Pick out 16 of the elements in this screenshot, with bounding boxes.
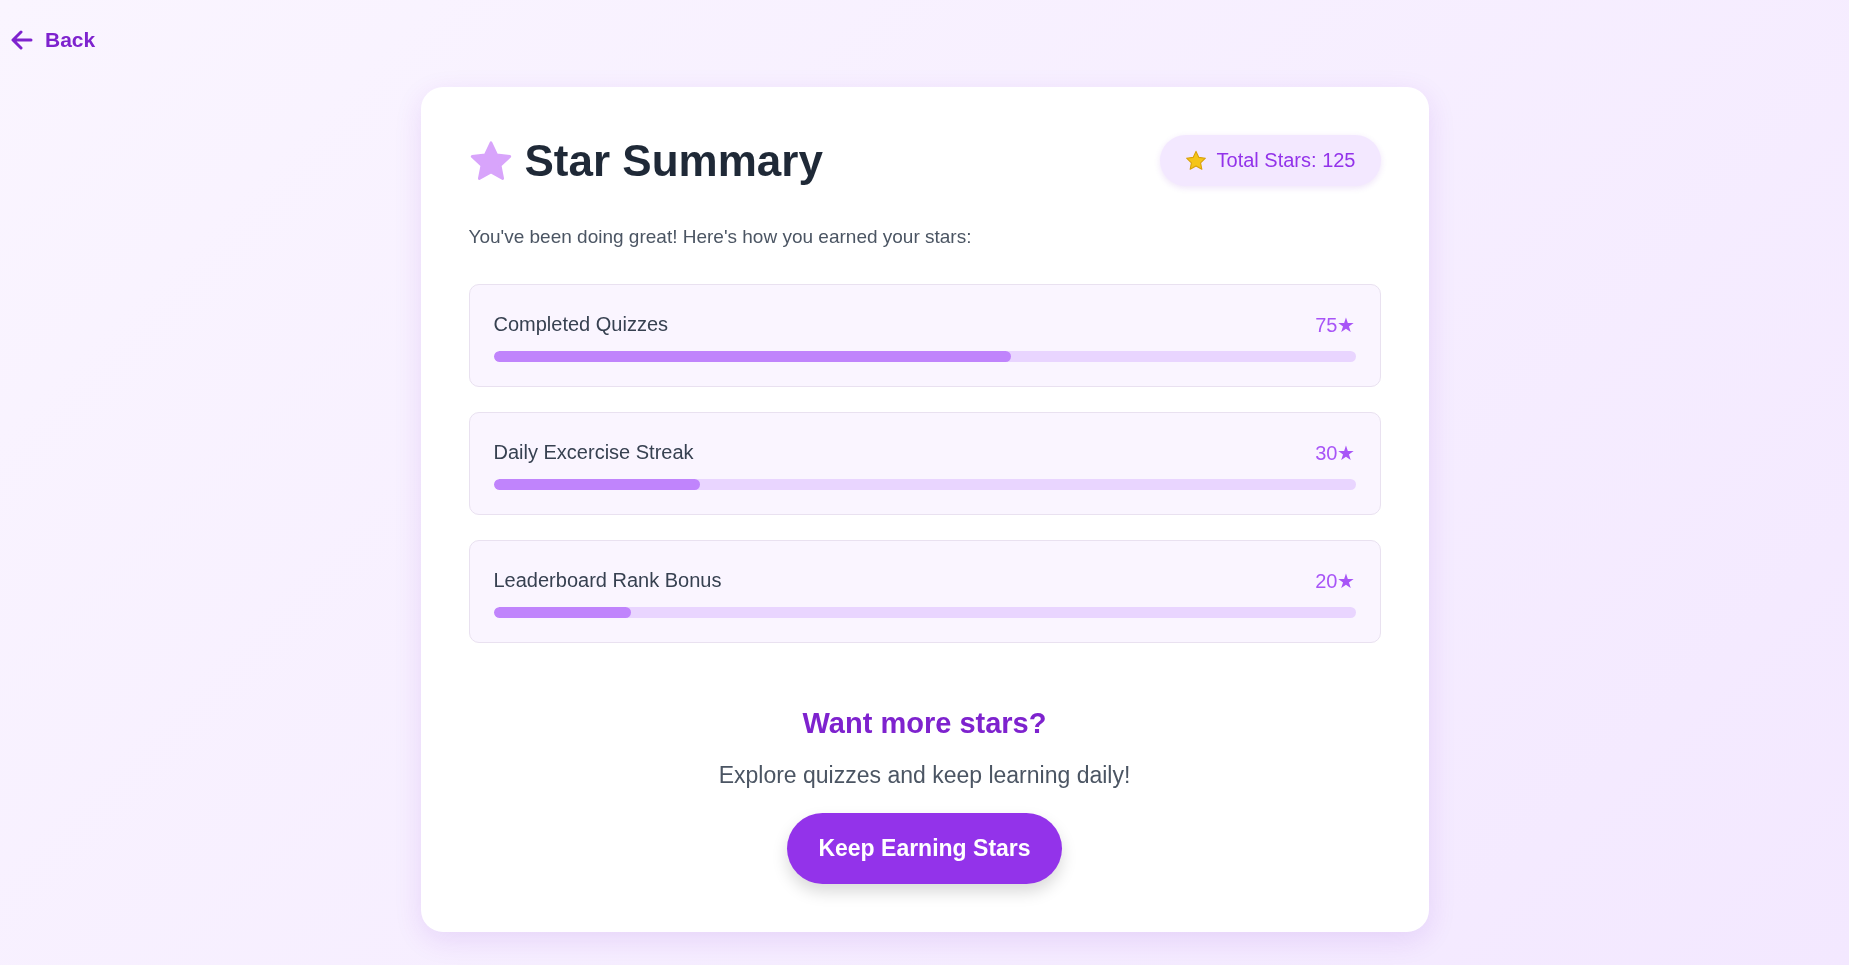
back-link[interactable]: Back [11, 28, 96, 52]
keep-earning-button[interactable]: Keep Earning Stars [787, 813, 1062, 884]
cta-heading: Want more stars? [802, 707, 1047, 740]
cta-text: Explore quizzes and keep learning daily! [718, 762, 1131, 789]
total-stars-text: Total Stars: 125 [1216, 149, 1356, 172]
star-count: 30★ [1315, 441, 1356, 465]
category-label: Completed Quizzes [493, 313, 669, 337]
star-icon [468, 139, 513, 182]
star-icon [1184, 150, 1207, 171]
arrow-left-icon [11, 30, 33, 50]
star-count: 75★ [1315, 313, 1356, 337]
page-title: Star Summary [524, 135, 823, 186]
star-count: 20★ [1315, 569, 1356, 593]
intro-text: You've been doing great! Here's how you earned your stars: [468, 226, 973, 248]
category-label: Leaderboard Rank Bonus [493, 569, 722, 593]
category-label: Daily Excercise Streak [493, 441, 694, 465]
